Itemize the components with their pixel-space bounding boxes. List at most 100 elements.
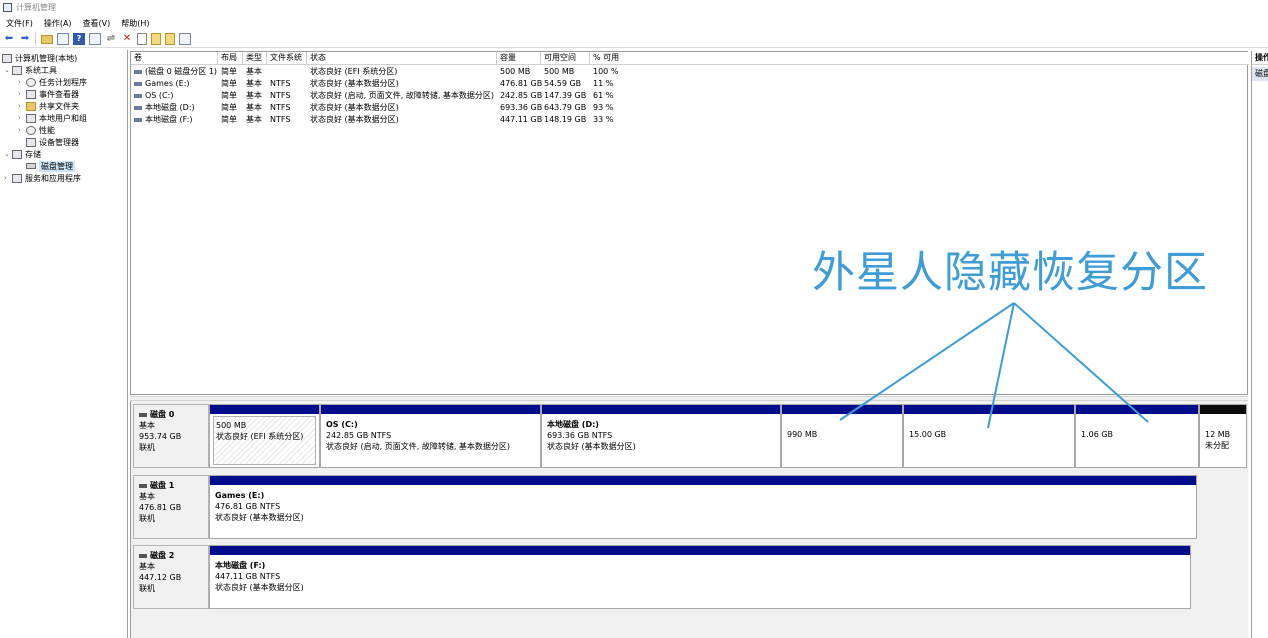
column-header-type[interactable]: 类型 — [243, 52, 267, 65]
cell-free-space: 54.59 GB — [544, 79, 582, 88]
device-manager-icon — [26, 137, 36, 147]
tree-computer-management[interactable]: 计算机管理(本地) — [2, 52, 77, 64]
connect-icon[interactable]: ⇌ — [105, 33, 117, 45]
performance-icon — [26, 125, 36, 135]
partition-unallocated[interactable]: 12 MB 未分配 — [1199, 404, 1247, 468]
column-header-status[interactable]: 状态 — [307, 52, 497, 65]
partition-bar — [1200, 405, 1246, 414]
cell-status: 状态良好 (基本数据分区) — [310, 115, 399, 124]
tree-event-viewer[interactable]: › 事件查看器 — [18, 88, 79, 100]
disk-2-label[interactable]: 磁盘 2 基本 447.12 GB 联机 — [133, 545, 209, 609]
menu-file[interactable]: 文件(F) — [6, 18, 33, 29]
computer-management-icon — [3, 3, 12, 12]
cell-free-space: 147.39 GB — [544, 91, 587, 100]
column-header-percent-free[interactable]: % 可用 — [590, 52, 1249, 65]
action-disk-management[interactable]: 磁盘管理 — [1252, 67, 1268, 81]
volume-icon — [134, 81, 142, 86]
show-tree-icon[interactable] — [57, 33, 69, 45]
cell-layout: 简单 — [221, 79, 237, 88]
tree-device-manager[interactable]: 设备管理器 — [26, 136, 79, 148]
partition-games-e[interactable]: Games (E:) 476.81 GB NTFS 状态良好 (基本数据分区) — [209, 475, 1197, 539]
expander-icon[interactable]: › — [4, 174, 12, 182]
cell-capacity: 447.11 GB — [500, 115, 543, 124]
search-doc-icon[interactable] — [151, 33, 161, 45]
expander-icon[interactable]: › — [18, 78, 26, 86]
cell-capacity: 693.36 GB — [500, 103, 543, 112]
tree-system-tools[interactable]: ⌄ 系统工具 — [4, 64, 57, 76]
cell-status: 状态良好 (基本数据分区) — [310, 103, 399, 112]
menu-view[interactable]: 查看(V) — [83, 18, 111, 29]
cell-status: 状态良好 (EFI 系统分区) — [310, 67, 398, 76]
partition-bar — [542, 405, 780, 414]
cell-filesystem: NTFS — [270, 79, 291, 88]
partition-os-c[interactable]: OS (C:) 242.85 GB NTFS 状态良好 (启动, 页面文件, 故… — [320, 404, 541, 468]
cell-volume: 本地磁盘 (D:) — [131, 102, 218, 114]
column-header-capacity[interactable]: 容量 — [497, 52, 541, 65]
expander-icon[interactable]: › — [18, 114, 26, 122]
cell-status: 状态良好 (启动, 页面文件, 故障转储, 基本数据分区) — [310, 91, 495, 100]
cell-type: 基本 — [246, 103, 262, 112]
tree-performance[interactable]: › 性能 — [18, 124, 55, 136]
cell-type: 基本 — [246, 115, 262, 124]
menu-help[interactable]: 帮助(H) — [121, 18, 149, 29]
tree-services-apps[interactable]: › 服务和应用程序 — [4, 172, 81, 184]
partition-local-f[interactable]: 本地磁盘 (F:) 447.11 GB NTFS 状态良好 (基本数据分区) — [209, 545, 1191, 609]
disk-icon — [139, 553, 147, 558]
tree-task-scheduler[interactable]: › 任务计划程序 — [18, 76, 87, 88]
up-folder-icon[interactable] — [41, 34, 53, 44]
window-title: 计算机管理 — [16, 3, 56, 12]
expander-icon[interactable]: › — [18, 90, 26, 98]
cell-percent-free: 11 % — [593, 79, 614, 88]
annotation-label: 外星人隐藏恢复分区 — [812, 248, 1208, 298]
partition-efi[interactable]: 500 MB 状态良好 (EFI 系统分区) — [209, 404, 320, 468]
disk-0-label[interactable]: 磁盘 0 基本 953.74 GB 联机 — [133, 404, 209, 468]
view-icon[interactable] — [179, 33, 191, 45]
cell-type: 基本 — [246, 79, 262, 88]
tree-local-users[interactable]: › 本地用户和组 — [18, 112, 87, 124]
cell-type: 基本 — [246, 91, 262, 100]
partition-bar — [782, 405, 902, 414]
shared-folder-icon — [26, 101, 36, 111]
partition-hidden-1[interactable]: 990 MB — [781, 404, 903, 468]
expander-icon[interactable]: ⌄ — [4, 150, 12, 158]
volume-icon — [134, 69, 142, 74]
tools-icon — [12, 65, 22, 75]
partition-local-d[interactable]: 本地磁盘 (D:) 693.36 GB NTFS 状态良好 (基本数据分区) — [541, 404, 781, 468]
partition-hidden-2[interactable]: 15.00 GB — [903, 404, 1075, 468]
cell-free-space: 148.19 GB — [544, 115, 587, 124]
computer-icon — [2, 53, 12, 63]
column-header-free-space[interactable]: 可用空间 — [541, 52, 590, 65]
title-bar: 计算机管理 — [0, 0, 1268, 15]
delete-icon[interactable]: ✕ — [121, 33, 133, 45]
toolbar: ⬅ ➡ ? ⇌ ✕ — [0, 31, 1268, 48]
cell-percent-free: 100 % — [593, 67, 619, 76]
menu-action[interactable]: 操作(A) — [44, 18, 72, 29]
cell-capacity: 242.85 GB — [500, 91, 543, 100]
cell-layout: 简单 — [221, 91, 237, 100]
cell-capacity: 476.81 GB — [500, 79, 543, 88]
disk-1-label[interactable]: 磁盘 1 基本 476.81 GB 联机 — [133, 475, 209, 539]
column-header-volume[interactable]: 卷 — [131, 52, 218, 65]
tree-storage[interactable]: ⌄ 存储 — [4, 148, 41, 160]
properties-icon[interactable] — [89, 33, 101, 45]
expander-icon[interactable]: › — [18, 126, 26, 134]
expander-icon[interactable]: ⌄ — [4, 66, 12, 74]
partition-bar — [210, 546, 1190, 555]
check-doc-icon[interactable] — [137, 33, 147, 45]
toolbar-divider — [35, 33, 36, 45]
tree-disk-management[interactable]: 磁盘管理 — [26, 160, 75, 172]
storage-icon — [12, 149, 22, 159]
cell-percent-free: 93 % — [593, 103, 614, 112]
export-doc-icon[interactable] — [165, 33, 175, 45]
partition-hidden-3[interactable]: 1.06 GB — [1075, 404, 1199, 468]
actions-header: 操作 — [1252, 51, 1268, 65]
partition-bar — [210, 405, 319, 414]
expander-icon[interactable]: › — [18, 102, 26, 110]
column-header-filesystem[interactable]: 文件系统 — [267, 52, 307, 65]
back-arrow-icon[interactable]: ⬅ — [3, 33, 15, 45]
volume-list: 卷 布局 类型 文件系统 状态 容量 可用空间 % 可用 (磁盘 0 磁盘分区 … — [130, 51, 1249, 395]
forward-arrow-icon[interactable]: ➡ — [19, 33, 31, 45]
tree-shared-folders[interactable]: › 共享文件夹 — [18, 100, 79, 112]
column-header-layout[interactable]: 布局 — [218, 52, 243, 65]
help-icon[interactable]: ? — [73, 33, 85, 45]
